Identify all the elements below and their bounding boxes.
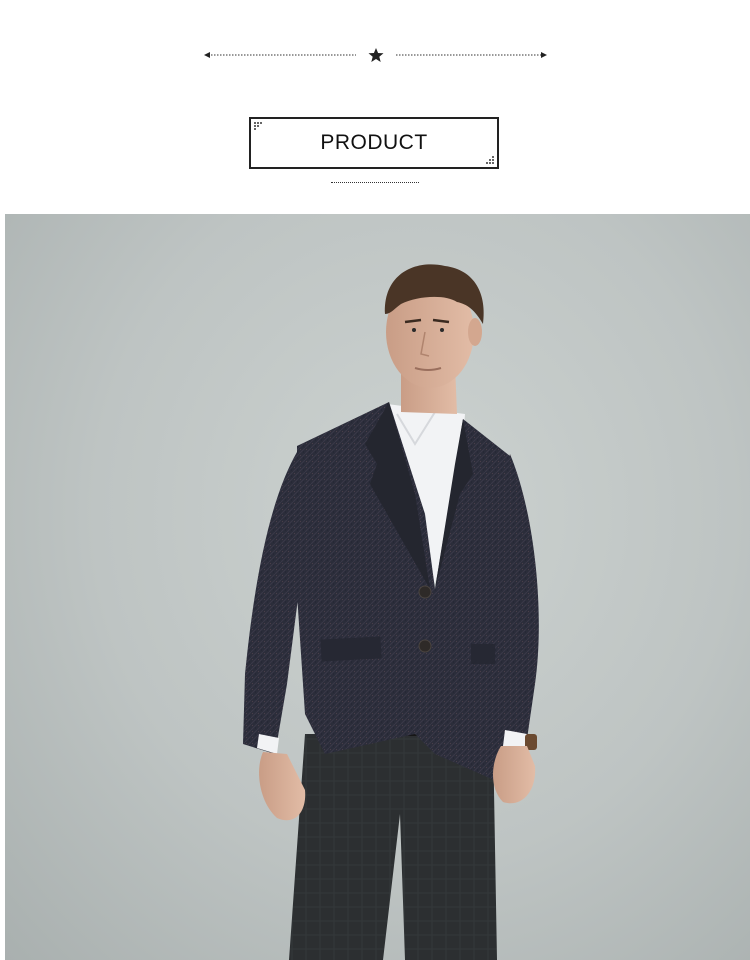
model-illustration <box>243 264 539 960</box>
title-underline <box>331 182 419 183</box>
left-arrow-icon <box>204 52 210 58</box>
section-header: PRODUCT <box>0 0 750 214</box>
corner-ornament-icon <box>486 156 494 164</box>
corner-ornament-icon <box>254 122 262 130</box>
button-icon <box>418 639 432 653</box>
right-arrow-icon <box>541 52 547 58</box>
section-title-box: PRODUCT <box>249 117 499 169</box>
product-photo <box>5 214 750 960</box>
pocket-flap <box>471 644 495 664</box>
button-icon <box>418 585 432 599</box>
star-icon <box>368 48 384 62</box>
left-sleeve <box>243 452 305 754</box>
ornament-divider <box>204 48 547 62</box>
left-hand <box>259 752 306 821</box>
pocket-flap <box>320 636 382 662</box>
section-title: PRODUCT <box>320 131 428 154</box>
trousers <box>289 734 497 960</box>
right-hand <box>493 746 536 804</box>
jacket <box>297 402 517 784</box>
